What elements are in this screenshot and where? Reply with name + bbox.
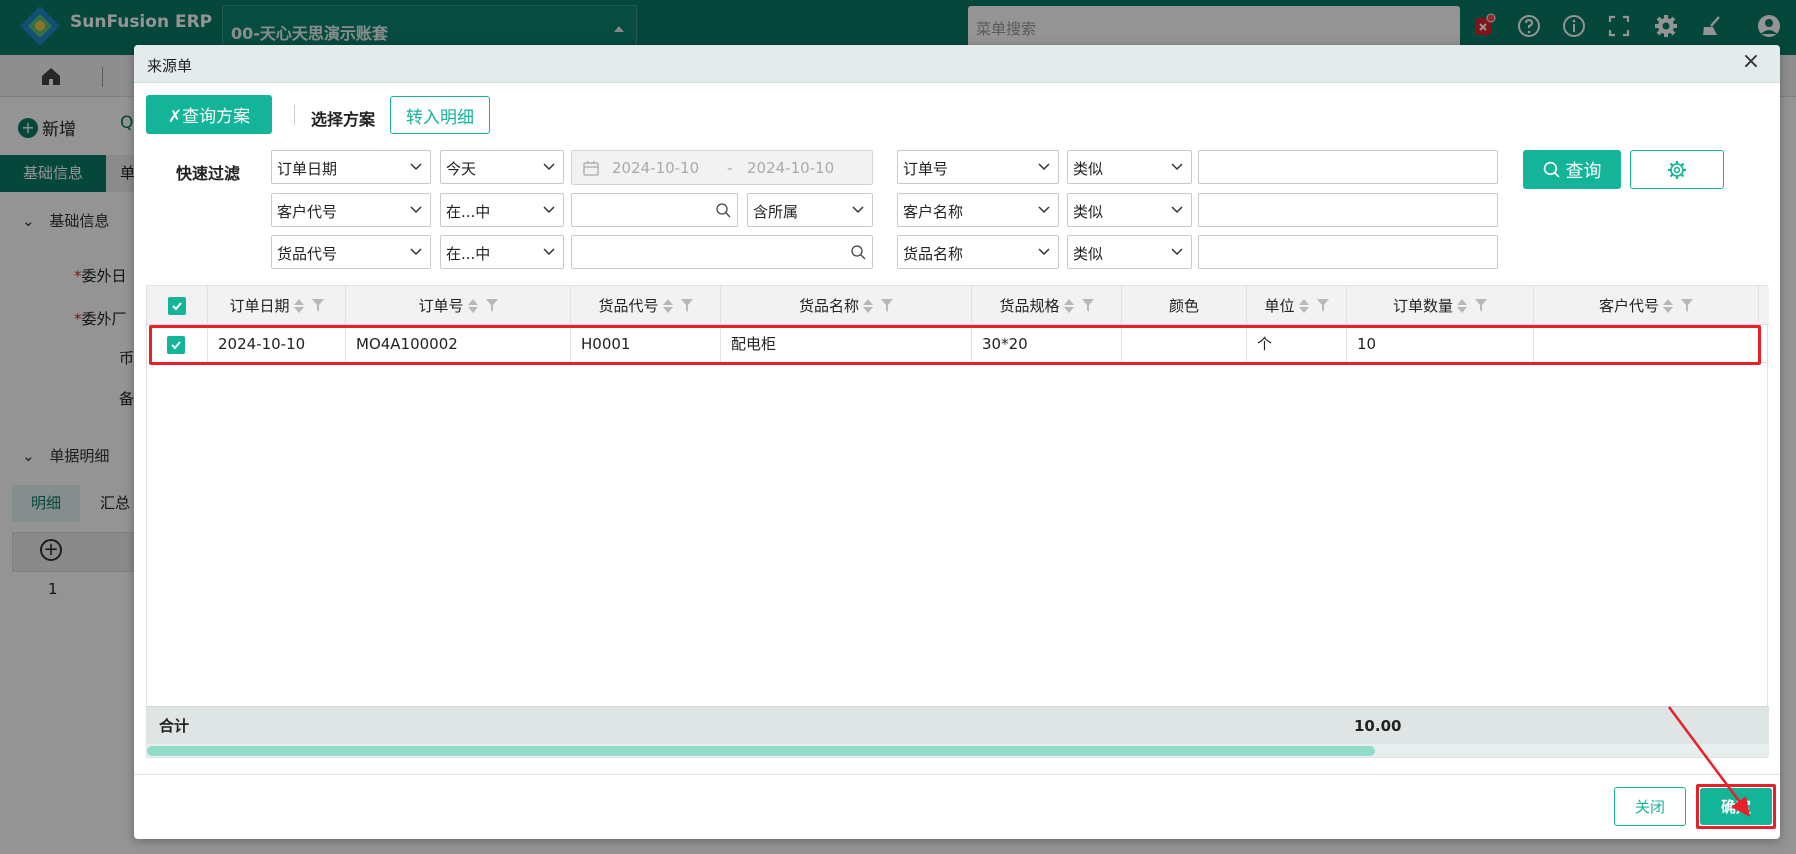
sort-icon[interactable]: [1663, 298, 1673, 314]
scrollbar-thumb[interactable]: [147, 746, 1375, 756]
source-document-dialog: 来源单 × ✗查询方案 选择方案 转入明细 快速过滤 订单日期 今天 2024-…: [134, 45, 1780, 839]
include-subordinate-select[interactable]: 含所属: [747, 193, 873, 227]
column-header-customer-code[interactable]: 客户代号: [1534, 286, 1758, 325]
calendar-icon: [583, 161, 599, 176]
grid-header: 订单日期 订单号 货品代号 货品名称 货品规格 颜色 单位 订单数量 客户代号: [147, 286, 1769, 325]
divider: [294, 105, 295, 125]
chevron-down-icon: [1171, 206, 1183, 214]
chevron-down-icon: [410, 206, 422, 214]
filter-icon[interactable]: [311, 299, 324, 312]
sum-order-qty: 10.00: [1354, 717, 1402, 735]
filter-op2-select[interactable]: 类似: [1067, 193, 1192, 227]
filter-field2-select[interactable]: 货品名称: [897, 235, 1059, 269]
sort-icon[interactable]: [1298, 298, 1309, 314]
sort-icon[interactable]: [1457, 298, 1467, 314]
cell-order-no: MO4A100002: [346, 325, 571, 363]
gear-icon: [1668, 160, 1686, 179]
filter-value-input[interactable]: [1198, 235, 1498, 269]
column-header-color[interactable]: 颜色: [1122, 286, 1246, 325]
filter-settings-button[interactable]: [1630, 150, 1724, 189]
filter-field-select[interactable]: 客户代号: [271, 193, 431, 227]
filter-icon[interactable]: [1681, 299, 1693, 312]
close-button[interactable]: 关闭: [1614, 787, 1686, 826]
source-document-grid: 订单日期 订单号 货品代号 货品名称 货品规格 颜色 单位 订单数量 客户代号 …: [146, 285, 1769, 758]
chevron-down-icon: [410, 248, 422, 256]
cell-product-code: H0001: [571, 325, 721, 363]
select-scheme-label: 选择方案: [311, 110, 376, 129]
cell-order-qty: 10: [1347, 325, 1534, 363]
cell-customer-code: [1534, 325, 1759, 363]
sum-label: 合计: [159, 717, 190, 735]
dialog-header: 来源单 ×: [134, 45, 1780, 83]
filter-icon[interactable]: [881, 299, 893, 312]
cell-order-date: 2024-10-10: [208, 325, 346, 363]
chevron-down-icon: [410, 163, 422, 171]
filter-field2-select[interactable]: 订单号: [897, 150, 1059, 184]
cell-product-spec: 30*20: [972, 325, 1122, 363]
column-header-order-no[interactable]: 订单号: [346, 286, 570, 325]
quick-filter-label: 快速过滤: [176, 164, 241, 183]
summary-row: 合计 10.00: [147, 706, 1769, 744]
chevron-down-icon: [1171, 163, 1183, 171]
query-button[interactable]: 查询: [1523, 150, 1621, 189]
filter-field2-select[interactable]: 客户名称: [897, 193, 1059, 227]
close-icon[interactable]: ×: [1740, 51, 1762, 73]
date-from: 2024-10-10: [612, 159, 700, 177]
column-header-order-date[interactable]: 订单日期: [208, 286, 345, 325]
sort-icon[interactable]: [1063, 298, 1074, 314]
chevron-down-icon: [1038, 163, 1050, 171]
dialog-title: 来源单: [147, 57, 193, 75]
filter-icon[interactable]: [680, 299, 693, 312]
filter-op2-select[interactable]: 类似: [1067, 235, 1192, 269]
filter-op-select[interactable]: 今天: [440, 150, 564, 184]
column-header-product-code[interactable]: 货品代号: [571, 286, 720, 325]
date-separator: -: [727, 159, 733, 177]
search-icon: [1543, 161, 1560, 178]
sort-icon[interactable]: [467, 298, 478, 314]
filter-icon[interactable]: [1316, 299, 1329, 312]
cell-unit: 个: [1247, 325, 1347, 363]
sort-icon[interactable]: [293, 298, 304, 314]
chevron-down-icon: [852, 206, 864, 214]
table-row[interactable]: 2024-10-10 MO4A100002 H0001 配电柜 30*20 个 …: [147, 325, 1769, 363]
chevron-down-icon: [543, 248, 555, 256]
cell-product-name: 配电柜: [721, 325, 972, 363]
chevron-down-icon: [543, 163, 555, 171]
transfer-detail-button[interactable]: 转入明细: [390, 96, 490, 134]
filter-value-input[interactable]: [1198, 150, 1498, 184]
column-header-product-name[interactable]: 货品名称: [721, 286, 971, 325]
date-to: 2024-10-10: [747, 159, 835, 177]
confirm-button[interactable]: 确定: [1700, 788, 1772, 825]
date-range-input[interactable]: 2024-10-10 - 2024-10-10: [571, 150, 873, 185]
column-header-product-spec[interactable]: 货品规格: [972, 286, 1121, 325]
customer-code-lookup-input[interactable]: [571, 193, 738, 227]
column-header-order-qty[interactable]: 订单数量: [1347, 286, 1533, 325]
filter-field-select[interactable]: 订单日期: [271, 150, 431, 184]
product-code-lookup-input[interactable]: [571, 235, 873, 269]
chevron-down-icon: [1038, 248, 1050, 256]
cell-color: [1122, 325, 1247, 363]
search-icon[interactable]: [850, 244, 866, 260]
filter-op-select[interactable]: 在...中: [440, 193, 564, 227]
chevron-down-icon: [1038, 206, 1050, 214]
sort-icon[interactable]: [662, 298, 673, 314]
column-header-unit[interactable]: 单位: [1247, 286, 1346, 325]
filter-icon[interactable]: [485, 299, 498, 312]
magic-wand-icon: ✗: [167, 107, 183, 127]
filter-value-input[interactable]: [1198, 193, 1498, 227]
sort-icon[interactable]: [863, 298, 873, 314]
search-icon[interactable]: [715, 202, 731, 218]
select-all-checkbox[interactable]: [168, 296, 186, 315]
query-scheme-button[interactable]: ✗查询方案: [146, 95, 272, 134]
chevron-down-icon: [1171, 248, 1183, 256]
filter-field-select[interactable]: 货品代号: [271, 235, 431, 269]
chevron-down-icon: [543, 206, 555, 214]
filter-op2-select[interactable]: 类似: [1067, 150, 1192, 184]
row-checkbox[interactable]: [167, 335, 185, 354]
filter-icon[interactable]: [1081, 299, 1094, 312]
filter-icon[interactable]: [1475, 299, 1487, 312]
divider: [134, 774, 1780, 775]
filter-op-select[interactable]: 在...中: [440, 235, 564, 269]
